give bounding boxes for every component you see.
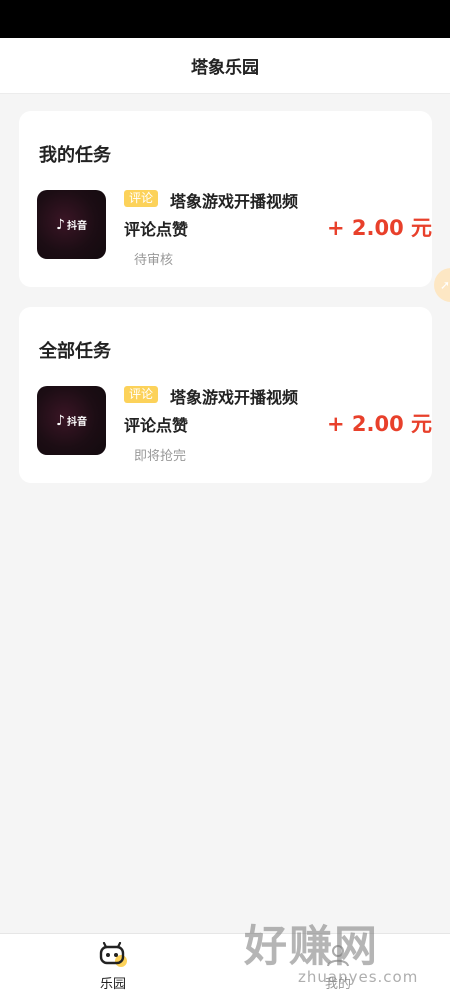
task-subtitle: 评论点赞 xyxy=(124,220,189,239)
header-bar: 塔象乐园 xyxy=(0,38,450,94)
douyin-app-thumbnail: ♪ 抖音 xyxy=(37,386,106,455)
floating-side-button[interactable]: ➚ xyxy=(434,268,450,302)
my-tasks-card: 我的任务 ♪ 抖音 评论 塔象游戏开播视频 评论点赞 + 2.00 元 待审核 xyxy=(19,111,432,287)
user-icon xyxy=(327,945,349,967)
my-tasks-heading: 我的任务 xyxy=(39,145,111,166)
tab-home-label: 乐园 xyxy=(99,977,126,992)
task-title: 塔象游戏开播视频 xyxy=(170,388,299,407)
gamepad-icon xyxy=(99,942,127,967)
task-subtitle: 评论点赞 xyxy=(124,416,189,435)
douyin-logo-icon: ♪ 抖音 xyxy=(56,216,87,233)
all-tasks-card: 全部任务 ♪ 抖音 评论 塔象游戏开播视频 评论点赞 + 2.00 元 即将抢完 xyxy=(19,307,432,483)
thumb-app-name: 抖音 xyxy=(66,221,87,232)
task-reward: + 2.00 元 xyxy=(326,412,432,436)
douyin-logo-icon: ♪ 抖音 xyxy=(56,412,87,429)
tab-home[interactable]: 乐园 xyxy=(73,942,153,994)
task-reward: + 2.00 元 xyxy=(326,216,432,240)
page-title: 塔象乐园 xyxy=(191,58,259,78)
task-tag: 评论 xyxy=(124,386,159,403)
status-bar xyxy=(0,0,450,38)
bottom-tab-bar: 乐园 我的 xyxy=(0,933,450,1000)
all-tasks-heading: 全部任务 xyxy=(39,341,111,362)
task-status: 待审核 xyxy=(134,253,174,268)
douyin-app-thumbnail: ♪ 抖音 xyxy=(37,190,106,259)
arrow-icon: ➚ xyxy=(440,278,450,292)
thumb-app-name: 抖音 xyxy=(66,417,87,428)
tab-mine-label: 我的 xyxy=(324,977,351,992)
task-title: 塔象游戏开播视频 xyxy=(170,192,299,211)
task-item[interactable]: ♪ 抖音 评论 塔象游戏开播视频 评论点赞 + 2.00 元 即将抢完 xyxy=(37,386,432,464)
task-status: 即将抢完 xyxy=(134,449,187,464)
task-tag: 评论 xyxy=(124,190,159,207)
tab-mine[interactable]: 我的 xyxy=(298,942,378,994)
task-item[interactable]: ♪ 抖音 评论 塔象游戏开播视频 评论点赞 + 2.00 元 待审核 xyxy=(37,190,432,268)
